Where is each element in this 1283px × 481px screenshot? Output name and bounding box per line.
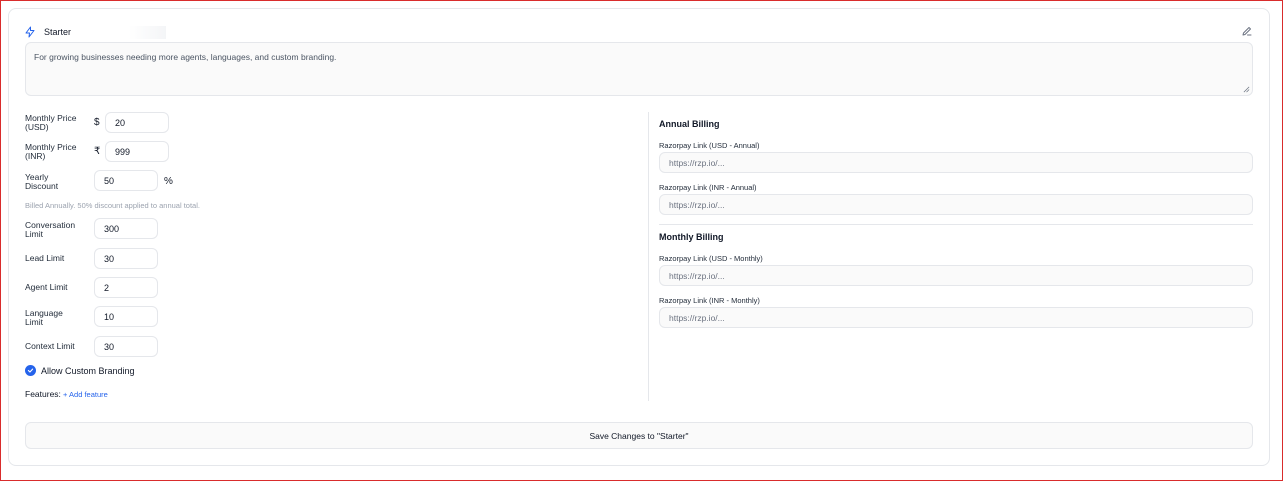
- lead-limit-label: Lead Limit: [25, 253, 65, 263]
- usd-symbol: $: [94, 117, 100, 128]
- billing-divider: [659, 224, 1253, 225]
- custom-branding-label[interactable]: Allow Custom Branding: [41, 366, 135, 376]
- razorpay-inr-monthly-input[interactable]: https://rzp.io/...: [659, 307, 1253, 328]
- features-label: Features:: [25, 389, 61, 399]
- resize-handle-icon[interactable]: [1243, 86, 1250, 93]
- monthly-price-inr-label: Monthly Price (INR): [25, 142, 77, 161]
- language-limit-label: Language Limit: [25, 308, 63, 327]
- yearly-discount-input[interactable]: 50: [94, 170, 158, 191]
- plan-title-row: Starter: [24, 25, 166, 39]
- razorpay-inr-annual-input[interactable]: https://rzp.io/...: [659, 194, 1253, 215]
- monthly-billing-title: Monthly Billing: [659, 232, 724, 242]
- annual-billing-title: Annual Billing: [659, 119, 720, 129]
- plan-description-textarea[interactable]: For growing businesses needing more agen…: [25, 42, 1253, 96]
- column-divider: [648, 112, 649, 401]
- lightning-icon: [25, 26, 35, 38]
- language-limit-input[interactable]: 10: [94, 306, 158, 327]
- razorpay-usd-annual-input[interactable]: https://rzp.io/...: [659, 152, 1253, 173]
- billing-hint: Billed Annually. 50% discount applied to…: [25, 201, 200, 210]
- edit-icon[interactable]: [1241, 25, 1253, 37]
- razorpay-usd-monthly-input[interactable]: https://rzp.io/...: [659, 265, 1253, 286]
- yearly-discount-label: Yearly Discount: [25, 172, 59, 191]
- percent-symbol: %: [164, 176, 173, 187]
- custom-branding-checkbox[interactable]: [25, 365, 36, 376]
- check-icon: [27, 368, 34, 373]
- lead-limit-input[interactable]: 30: [94, 248, 158, 269]
- razorpay-usd-annual-label: Razorpay Link (USD - Annual): [659, 141, 760, 150]
- context-limit-input[interactable]: 30: [94, 336, 158, 357]
- add-feature-link[interactable]: + Add feature: [63, 390, 108, 399]
- razorpay-usd-monthly-label: Razorpay Link (USD - Monthly): [659, 254, 763, 263]
- agent-limit-input[interactable]: 2: [94, 277, 158, 298]
- inr-symbol: ₹: [94, 146, 101, 157]
- razorpay-inr-monthly-label: Razorpay Link (INR - Monthly): [659, 296, 760, 305]
- plan-name-input[interactable]: Starter: [42, 25, 166, 39]
- save-changes-button[interactable]: Save Changes to "Starter": [25, 422, 1253, 449]
- monthly-price-usd-label: Monthly Price (USD): [25, 113, 77, 132]
- monthly-price-inr-input[interactable]: 999: [105, 141, 169, 162]
- agent-limit-label: Agent Limit: [25, 282, 68, 292]
- plan-description-text: For growing businesses needing more agen…: [34, 52, 337, 62]
- razorpay-inr-annual-label: Razorpay Link (INR - Annual): [659, 183, 757, 192]
- conversation-limit-input[interactable]: 300: [94, 218, 158, 239]
- context-limit-label: Context Limit: [25, 341, 75, 351]
- monthly-price-usd-input[interactable]: 20: [105, 112, 169, 133]
- conversation-limit-label: Conversation Limit: [25, 220, 76, 239]
